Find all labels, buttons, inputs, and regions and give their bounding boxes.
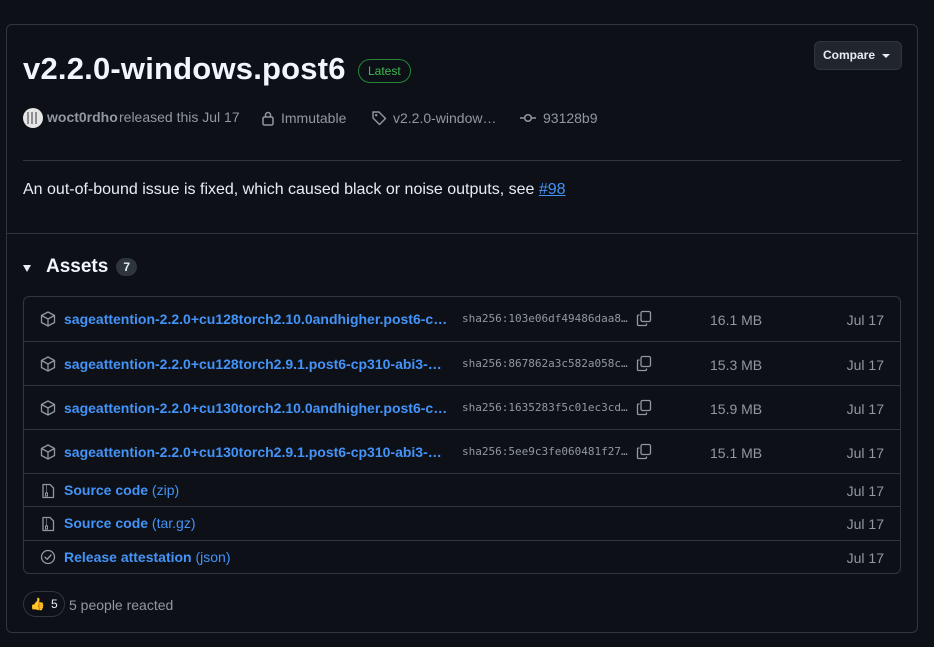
- asset-date: Jul 17: [846, 445, 884, 461]
- thumbs-up-reaction-button[interactable]: 👍 5: [23, 591, 65, 617]
- section-divider: [7, 233, 917, 234]
- attestation-ext: (json): [195, 549, 231, 565]
- asset-size: 15.9 MB: [710, 401, 763, 417]
- source-name: Source code: [64, 515, 149, 531]
- assets-count: 7: [116, 258, 138, 276]
- asset-name[interactable]: sageattention-2.2.0+cu130torch2.9.1.post…: [64, 444, 452, 460]
- issue-link[interactable]: #98: [539, 181, 566, 198]
- compare-button[interactable]: Compare: [814, 41, 902, 70]
- asset-date: Jul 17: [846, 312, 884, 328]
- package-icon: [40, 311, 56, 327]
- release-card: v2.2.0-windows.post6 Latest Compare woct…: [6, 24, 918, 633]
- asset-name[interactable]: sageattention-2.2.0+cu128torch2.9.1.post…: [64, 356, 452, 372]
- latest-badge: Latest: [358, 59, 411, 83]
- source-date: Jul 17: [846, 516, 884, 532]
- asset-name[interactable]: sageattention-2.2.0+cu128torch2.10.0andh…: [64, 311, 452, 327]
- git-commit-icon: [520, 113, 536, 123]
- source-link[interactable]: Source code (zip): [64, 482, 179, 498]
- tag-item[interactable]: v2.2.0-window…: [371, 110, 497, 126]
- release-meta: woct0rdho released this Jul 17 Immutable…: [23, 108, 723, 128]
- attestation-row: Release attestation (json) Jul 17: [24, 540, 900, 573]
- package-icon: [40, 356, 56, 372]
- verified-icon: [40, 549, 56, 565]
- asset-sha: sha256:1635283f5c01ec3cd…: [462, 401, 628, 414]
- triangle-down-icon: [23, 264, 31, 272]
- asset-date: Jul 17: [846, 401, 884, 417]
- assets-toggle[interactable]: Assets 7: [23, 256, 138, 278]
- commit-item[interactable]: 93128b9: [519, 110, 598, 126]
- tag-label: v2.2.0-window…: [393, 110, 497, 126]
- release-title[interactable]: v2.2.0-windows.post6: [23, 51, 346, 87]
- asset-row: sageattention-2.2.0+cu128torch2.10.0andh…: [24, 297, 900, 341]
- lock-icon: [262, 111, 274, 126]
- source-date: Jul 17: [846, 483, 884, 499]
- asset-row: sageattention-2.2.0+cu130torch2.9.1.post…: [24, 429, 900, 473]
- source-ext: (zip): [151, 482, 180, 498]
- copy-icon[interactable]: [636, 399, 652, 416]
- tag-icon: [372, 111, 387, 126]
- copy-icon[interactable]: [636, 355, 652, 372]
- attestation-name: Release attestation: [64, 549, 192, 565]
- chevron-down-icon: [882, 54, 890, 58]
- asset-sha: sha256:5ee9c3fe060481f27…: [462, 445, 628, 458]
- asset-sha: sha256:103e06df49486daa8…: [462, 312, 628, 325]
- asset-size: 15.1 MB: [710, 445, 763, 461]
- source-ext: (tar.gz): [151, 515, 196, 531]
- released-text: released this Jul 17: [119, 109, 240, 125]
- author-link[interactable]: woct0rdho: [47, 109, 118, 125]
- asset-row: sageattention-2.2.0+cu128torch2.9.1.post…: [24, 341, 900, 385]
- source-name: Source code: [64, 482, 149, 498]
- asset-sha: sha256:867862a3c582a058c…: [462, 357, 628, 370]
- release-notes-text: An out-of-bound issue is fixed, which ca…: [23, 181, 539, 198]
- asset-size: 15.3 MB: [710, 357, 763, 373]
- source-link[interactable]: Source code (tar.gz): [64, 515, 196, 531]
- file-zip-icon: [42, 483, 55, 499]
- avatar[interactable]: [23, 108, 43, 128]
- divider: [23, 160, 901, 161]
- reaction-count: 5: [50, 597, 58, 611]
- source-row: Source code (tar.gz) Jul 17: [24, 506, 900, 540]
- source-row: Source code (zip) Jul 17: [24, 473, 900, 506]
- asset-row: sageattention-2.2.0+cu130torch2.10.0andh…: [24, 385, 900, 429]
- commit-hash: 93128b9: [543, 110, 598, 126]
- assets-heading: Assets: [46, 256, 109, 277]
- attestation-date: Jul 17: [846, 550, 884, 566]
- attestation-link[interactable]: Release attestation (json): [64, 549, 231, 565]
- release-notes: An out-of-bound issue is fixed, which ca…: [23, 181, 566, 199]
- copy-icon[interactable]: [636, 443, 652, 460]
- asset-name[interactable]: sageattention-2.2.0+cu130torch2.10.0andh…: [64, 400, 452, 416]
- file-zip-icon: [42, 516, 55, 532]
- immutable-item: Immutable: [261, 110, 346, 126]
- package-icon: [40, 400, 56, 416]
- package-icon: [40, 444, 56, 460]
- reactions-summary[interactable]: 5 people reacted: [69, 597, 173, 613]
- compare-label: Compare: [823, 48, 876, 62]
- copy-icon[interactable]: [636, 310, 652, 327]
- assets-list: sageattention-2.2.0+cu128torch2.10.0andh…: [23, 296, 901, 574]
- asset-date: Jul 17: [846, 357, 884, 373]
- asset-size: 16.1 MB: [710, 312, 763, 328]
- thumbs-up-icon: 👍: [30, 597, 45, 611]
- immutable-label: Immutable: [281, 110, 347, 126]
